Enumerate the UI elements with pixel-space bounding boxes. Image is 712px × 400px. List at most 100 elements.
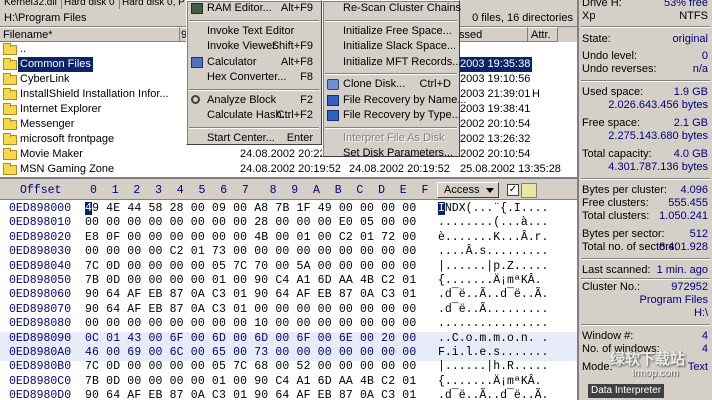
file-attributes: H: [532, 88, 540, 100]
menu-item[interactable]: Invoke Viewer Shift+F9: [187, 39, 321, 54]
menu-item[interactable]: File Recovery by Type...: [323, 108, 461, 123]
total-capacity-bytes: 4.301.787.136 bytes: [608, 161, 708, 173]
drive-free: 53% free: [663, 0, 708, 9]
file-accessed: 2002 20:10:54: [460, 118, 531, 130]
hex-column-header: 0: [90, 184, 97, 197]
menu-item[interactable]: Set Disk Parameters...: [323, 146, 459, 161]
hex-header: Offset 0 1 2 3 4 5 67 8 9 A B C D E F Access ✓: [0, 181, 577, 200]
hex-row[interactable]: 0ED898050 7B 0D 00 00 00 00 01 00 90 C4 A…: [0, 274, 577, 289]
hex-bytes[interactable]: 00 00 00 00 00 00 00 00 28 00 00 00 E0 0…: [85, 216, 416, 231]
file-row[interactable]: MSN Gaming Zone 24.08.2002 20:19:52 24.08.…: [0, 162, 577, 177]
hex-text[interactable]: ..C.o.m.m.o.n. .: [438, 332, 548, 347]
hex-bytes[interactable]: 49 4E 44 58 28 00 09 00 A8 7B 1F 49 00 0…: [85, 202, 416, 217]
column-filename[interactable]: Filename*: [0, 27, 180, 42]
hex-bytes[interactable]: 0C 01 43 00 6F 00 6D 00 6D 00 6F 00 6E 0…: [85, 332, 416, 347]
menu-item-shortcut: Ctrl+D: [419, 78, 451, 90]
hex-row[interactable]: 0ED898020 E8 0F 00 00 00 00 00 00 4B 00 0…: [0, 231, 577, 246]
access-dropdown[interactable]: Access: [437, 182, 499, 198]
hex-text[interactable]: INDX(...¨{.I....: [438, 202, 548, 217]
tab-hard-disk-0-partition[interactable]: Hard disk 0, P: [118, 0, 190, 9]
hex-bytes[interactable]: 90 64 AF EB 87 0A C3 01 90 64 AF EB 87 0…: [85, 288, 416, 303]
file-name: Messenger: [20, 118, 75, 130]
menu-item[interactable]: Hex Converter... F8: [187, 70, 321, 85]
file-created: 24.08.2002 20:19:52: [240, 163, 341, 175]
hex-text[interactable]: |......|h.R.....: [438, 360, 548, 375]
menu-item[interactable]: Initialize MFT Records...: [323, 55, 461, 70]
hex-bytes[interactable]: 7C 0D 00 00 00 00 05 7C 68 00 52 00 00 0…: [85, 360, 416, 375]
hex-bytes[interactable]: 90 64 AF EB 87 0A C3 01 90 64 AF EB 87 0…: [85, 389, 416, 400]
hex-text[interactable]: .d¯ë..Ã.........: [438, 303, 548, 318]
menu-item[interactable]: Initialize Free Space...: [323, 24, 459, 39]
menu-item[interactable]: Re-Scan Cluster Chains: [323, 1, 461, 16]
column-attributes[interactable]: Attr.: [528, 27, 558, 42]
menu-item-label: Re-Scan Cluster Chains: [343, 2, 461, 14]
file-name: Movie Maker: [20, 148, 83, 160]
checkbox[interactable]: ✓: [507, 184, 519, 196]
hex-row[interactable]: 0ED898010 00 00 00 00 00 00 00 00 28 00 0…: [0, 216, 577, 231]
hex-bytes[interactable]: 00 00 00 00 00 00 00 00 10 00 00 00 00 0…: [85, 317, 416, 332]
folder-icon: [3, 133, 17, 145]
file-accessed: 2002 20:10:54: [460, 148, 531, 160]
hex-text[interactable]: è.......K...Â.r.: [438, 231, 548, 246]
hex-row[interactable]: 0ED898080 00 00 00 00 00 00 00 00 10 00 0…: [0, 317, 577, 332]
total-clusters-value: 1.050.241: [659, 210, 708, 222]
find-icon[interactable]: [521, 183, 537, 198]
file-row[interactable]: Movie Maker 24.08.2002 20:22:1 2002 20:10:…: [0, 147, 577, 162]
undo-level-label: Undo level:: [582, 50, 638, 62]
hex-row[interactable]: 0ED898070 90 64 AF EB 87 0A C3 01 00 00 0…: [0, 303, 577, 318]
tab-kernel32[interactable]: Kernel32.dll: [0, 0, 62, 9]
hex-column-header: F: [421, 184, 429, 197]
menu-item[interactable]: Initialize Slack Space...: [323, 39, 459, 54]
hex-row[interactable]: 0ED898030 00 00 00 00 C2 01 73 00 00 00 0…: [0, 245, 577, 260]
menu-item[interactable]: Start Center... Enter: [187, 131, 321, 146]
free-clusters-value: 555.455: [668, 197, 708, 209]
hex-row[interactable]: 0ED898060 90 64 AF EB 87 0A C3 01 90 64 A…: [0, 288, 577, 303]
hex-row[interactable]: 0ED898040 7C 0D 00 00 00 00 05 7C 70 00 5…: [0, 260, 577, 275]
cluster-directory: Program Files: [639, 294, 708, 306]
hex-bytes[interactable]: E8 0F 00 00 00 00 00 00 4B 00 01 00 C2 0…: [85, 231, 416, 246]
folder-icon: [3, 148, 17, 160]
menu-item[interactable]: Clone Disk... Ctrl+D: [323, 77, 459, 92]
hex-text[interactable]: ....Â.s.........: [438, 245, 548, 260]
hex-text[interactable]: |......|p.Z.....: [438, 260, 548, 275]
hex-text[interactable]: .d¯ë..Ã..d¯ë..Ã.: [438, 389, 548, 400]
menu-item[interactable]: Calculate Hash... Ctrl+F2: [187, 108, 321, 123]
hex-offset: 0ED8980B0: [9, 360, 72, 374]
hex-column-header: 4: [176, 184, 184, 197]
menu-item[interactable]: Analyze Block F2: [187, 93, 321, 108]
folder-icon: [3, 163, 17, 175]
hex-bytes[interactable]: 90 64 AF EB 87 0A C3 01 00 00 00 00 00 0…: [85, 303, 416, 318]
hex-text[interactable]: {.......Ä¡mªKÂ.: [438, 274, 542, 289]
hex-offset: 0ED898020: [9, 230, 72, 244]
hex-column-header: 9: [291, 184, 299, 197]
hex-bytes[interactable]: 46 00 69 00 6C 00 65 00 73 00 00 00 00 0…: [85, 346, 416, 361]
hex-row[interactable]: 0ED898000 49 4E 44 58 28 00 09 00 A8 7B 1…: [0, 202, 577, 217]
hex-text[interactable]: ................: [438, 317, 548, 332]
hex-row[interactable]: 0ED898090 0C 01 43 00 6F 00 6D 00 6D 00 6…: [0, 331, 577, 347]
menu-separator: [189, 19, 319, 22]
hex-row[interactable]: 0ED8980C0 7B 0D 00 00 00 00 01 00 90 C4 A…: [0, 375, 577, 390]
hex-text[interactable]: ........(...à...: [438, 216, 548, 231]
hex-text[interactable]: .d¯ë..Ã..d¯ë..Ã.: [438, 288, 548, 303]
hex-editor[interactable]: 0ED898000 49 4E 44 58 28 00 09 00 A8 7B 1…: [0, 200, 577, 400]
info-panel: Drive H: 53% free Xp NTFS State: origina…: [577, 0, 712, 400]
menu-item[interactable]: RAM Editor... Alt+F9: [187, 1, 321, 16]
file-modified: 24.08.2002 20:19:52: [349, 163, 450, 175]
hex-row[interactable]: 0ED8980A0 46 00 69 00 6C 00 65 00 73 00 0…: [0, 346, 577, 361]
menu-item[interactable]: Invoke Text Editor: [187, 24, 321, 39]
hex-bytes[interactable]: 00 00 00 00 C2 01 73 00 00 00 00 00 00 0…: [85, 245, 416, 260]
hex-bytes[interactable]: 7B 0D 00 00 00 00 01 00 90 C4 A1 6D AA 4…: [85, 274, 416, 289]
divider: [581, 80, 710, 82]
hex-bytes[interactable]: 7C 0D 00 00 00 00 05 7C 70 00 5A 00 00 0…: [85, 260, 416, 275]
tab-hard-disk-0[interactable]: Hard disk 0: [60, 0, 120, 9]
hex-bytes[interactable]: 7B 0D 00 00 00 00 01 00 90 C4 A1 6D AA 4…: [85, 375, 416, 390]
menu-item[interactable]: Calculator Alt+F8: [187, 55, 321, 70]
data-interpreter-tooltip: Data Interpreter: [588, 384, 665, 398]
hex-row[interactable]: 0ED8980D0 90 64 AF EB 87 0A C3 01 90 64 A…: [0, 389, 577, 400]
hex-row[interactable]: 0ED8980B0 7C 0D 00 00 00 00 05 7C 68 00 5…: [0, 360, 577, 375]
hex-text[interactable]: {.......Ä¡mªKÂ.: [438, 375, 542, 390]
file-count: 0 files, 16 directories: [472, 12, 573, 24]
menu-item[interactable]: File Recovery by Name...: [323, 93, 466, 108]
hex-text[interactable]: F.i.l.e.s.......: [438, 346, 548, 361]
column-accessed[interactable]: ssed: [456, 27, 528, 42]
